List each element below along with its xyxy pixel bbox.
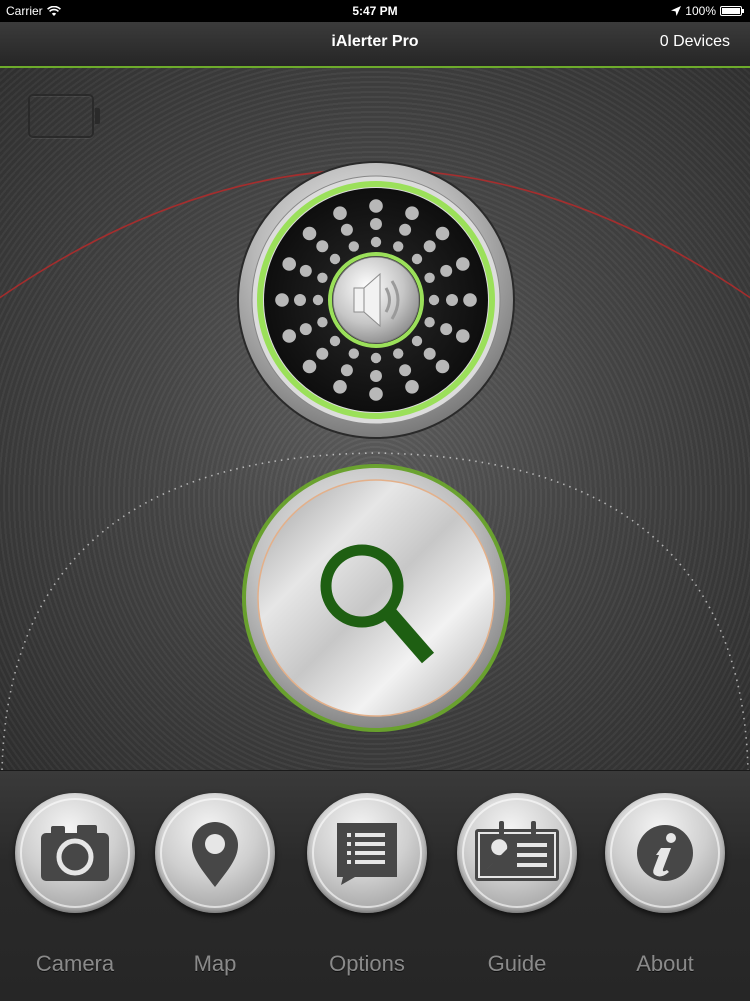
grille-dot — [435, 226, 450, 241]
grille-dot — [340, 223, 353, 236]
grille-dot — [275, 293, 289, 307]
grille-dot — [405, 380, 419, 394]
grille-dot — [348, 241, 359, 252]
grille-dot — [399, 364, 412, 377]
grille-dot — [302, 359, 317, 374]
grille-dot — [428, 294, 440, 306]
grille-dot — [302, 226, 317, 241]
grille-dot — [456, 329, 470, 343]
map-pin-icon — [192, 822, 238, 887]
grille-dot — [393, 241, 404, 252]
grille-dot — [317, 272, 328, 283]
grille-dot — [329, 253, 341, 265]
grille-dot — [333, 206, 347, 220]
status-right: 100% — [671, 4, 744, 18]
grille-dot — [282, 257, 296, 271]
grille-dot — [411, 335, 423, 347]
grille-dot — [440, 264, 453, 277]
grille-dot — [423, 240, 436, 253]
battery-percent: 100% — [685, 4, 716, 18]
grille-dot — [435, 359, 450, 374]
location-arrow-icon — [671, 6, 682, 16]
tab-map[interactable]: Map — [140, 771, 290, 1001]
app-title: iAlerter Pro — [331, 33, 419, 50]
grille-dot — [370, 352, 382, 364]
device-count[interactable]: 0 Devices — [660, 33, 730, 51]
tab-camera[interactable]: Camera — [0, 771, 150, 1001]
speaker-grille — [237, 161, 515, 439]
grille-dot — [316, 347, 329, 360]
grille-dot — [393, 348, 404, 359]
info-icon — [637, 825, 693, 881]
grille-dot — [370, 370, 382, 382]
bottom-tab-bar: Camera Map Options Guide About — [0, 770, 750, 1001]
grille-dot — [411, 253, 423, 265]
grille-dot — [312, 294, 324, 306]
grille-dot — [282, 329, 296, 343]
grille-dot — [399, 223, 412, 236]
tab-options[interactable]: Options — [292, 771, 442, 1001]
grille-dot — [456, 257, 470, 271]
grille-dot — [317, 317, 328, 328]
tab-about-label: About — [636, 951, 694, 976]
alarm-speaker-button[interactable] — [236, 160, 516, 440]
grille-dot — [369, 199, 383, 213]
tab-about[interactable]: About — [590, 771, 740, 1001]
grille-dot — [440, 323, 453, 336]
radar-area — [0, 68, 750, 770]
find-device-button[interactable] — [240, 462, 512, 734]
guide-icon — [475, 821, 559, 881]
grille-dot — [405, 206, 419, 220]
nav-bar: iAlerter Pro 0 Devices — [0, 22, 750, 68]
grille-dot — [423, 347, 436, 360]
grille-dot — [299, 264, 312, 277]
grille-dot — [340, 364, 353, 377]
grille-dot — [424, 317, 435, 328]
find-button-face — [242, 464, 510, 732]
grille-dot — [424, 272, 435, 283]
tab-camera-label: Camera — [35, 951, 115, 976]
status-time: 5:47 PM — [352, 4, 398, 18]
grille-dot — [370, 236, 382, 248]
grille-dot — [446, 294, 458, 306]
status-bar: Carrier 5:47 PM 100% — [0, 0, 750, 22]
grille-dot — [370, 218, 382, 230]
grille-dot — [463, 293, 477, 307]
tab-options-label: Options — [329, 951, 405, 976]
grille-dot — [299, 323, 312, 336]
tab-guide[interactable]: Guide — [442, 771, 592, 1001]
grille-dot — [294, 294, 306, 306]
grille-dot — [333, 380, 347, 394]
list-icon — [337, 823, 397, 885]
camera-icon — [41, 825, 109, 881]
grille-dot — [329, 335, 341, 347]
battery-icon — [720, 6, 744, 16]
grille-dot — [316, 240, 329, 253]
tab-guide-label: Guide — [487, 951, 547, 976]
grille-dot — [348, 348, 359, 359]
tab-map-label: Map — [193, 951, 237, 976]
grille-dot — [369, 387, 383, 401]
